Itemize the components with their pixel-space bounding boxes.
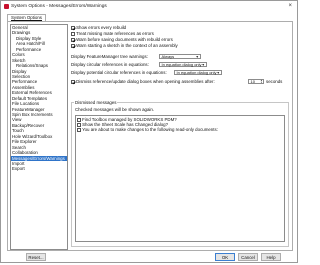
warn-sketch-label: Warn starting a sketch in the context of…	[76, 43, 178, 48]
dismissed-message-checkbox[interactable]	[77, 118, 81, 122]
seconds-label: seconds	[266, 79, 283, 84]
dismissed-message-checkbox[interactable]	[77, 123, 81, 127]
warn-sketch-row[interactable]: Warn starting a sketch in the context of…	[71, 43, 178, 48]
dismissed-message-label: You are about to make changes to the fol…	[82, 127, 218, 132]
tab-bar: System Options	[7, 14, 293, 22]
dismiss-ref-checkbox[interactable]	[71, 80, 75, 84]
dismiss-ref-row[interactable]: Dismiss reference/update dialog boxes wh…	[71, 79, 215, 84]
warn-saving-row[interactable]: Warn before saving documents with rebuil…	[71, 37, 173, 42]
window-title: System Options - Messages/Errors/Warning…	[11, 3, 107, 9]
display-potential-value: In equation dialog only	[176, 70, 217, 75]
show-errors-row[interactable]: Show errors every rebuild	[71, 25, 126, 30]
dismissed-messages-group: Dismissed messages Checked messages will…	[71, 100, 289, 247]
dismiss-seconds-value: 10	[250, 79, 255, 84]
display-potential-label: Display potential circular references in…	[71, 70, 167, 75]
display-circular-select[interactable]: In equation dialog only ▼	[159, 62, 207, 67]
chevron-down-icon: ▼	[216, 71, 220, 75]
warn-sketch-checkbox[interactable]	[71, 44, 75, 48]
dismissed-message-item[interactable]: You are about to make changes to the fol…	[76, 127, 284, 132]
treat-missing-row[interactable]: Treat missing mate references as errors	[71, 31, 154, 36]
tree-item[interactable]: Export	[11, 166, 67, 171]
display-tips-label: Display FeatureManager tree warnings:	[71, 54, 148, 59]
options-tree[interactable]: General Drawings Display Style Area Hatch/F…	[10, 24, 68, 250]
chevron-down-icon: ▼	[201, 63, 205, 67]
display-circular-value: In equation dialog only	[161, 62, 202, 67]
dismissed-message-checkbox[interactable]	[77, 128, 81, 132]
warn-saving-checkbox[interactable]	[71, 38, 75, 42]
dismiss-seconds-stepper[interactable]: 10 ▲ ▼	[248, 79, 264, 84]
display-circular-label: Display circular references in equations…	[71, 62, 149, 67]
dismissed-messages-subtitle: Checked messages will be shown again.	[75, 107, 155, 112]
show-errors-label: Show errors every rebuild	[76, 25, 127, 30]
spin-arrows-icon[interactable]: ▲ ▼	[260, 80, 262, 85]
help-button[interactable]: Help	[261, 253, 281, 261]
app-icon	[4, 4, 9, 9]
dismissed-messages-title: Dismissed messages	[74, 100, 118, 105]
treat-missing-label: Treat missing mate references as errors	[76, 31, 154, 36]
chevron-down-icon: ▼	[195, 55, 199, 59]
treat-missing-checkbox[interactable]	[71, 32, 75, 36]
dismissed-messages-list[interactable]: Find Toolbox managed by SOLIDWORKS PDM? …	[75, 115, 285, 242]
show-errors-checkbox[interactable]	[71, 26, 75, 30]
display-tips-select[interactable]: Always ▼	[159, 54, 201, 59]
reset-button[interactable]: Reset...	[26, 253, 46, 261]
display-potential-select[interactable]: In equation dialog only ▼	[174, 70, 222, 75]
close-icon[interactable]: ×	[288, 3, 292, 9]
options-content: General Drawings Display Style Area Hatch/F…	[7, 21, 293, 251]
system-options-dialog: System Options - Messages/Errors/Warning…	[0, 0, 298, 263]
dismiss-ref-label: Dismiss reference/update dialog boxes wh…	[76, 79, 215, 84]
tab-label: System Options	[11, 15, 42, 20]
title-bar: System Options - Messages/Errors/Warning…	[1, 1, 297, 12]
warn-saving-label: Warn before saving documents with rebuil…	[76, 37, 173, 42]
display-tips-value: Always	[161, 54, 175, 59]
ok-button[interactable]: OK	[215, 253, 235, 261]
cancel-button[interactable]: Cancel	[238, 253, 258, 261]
